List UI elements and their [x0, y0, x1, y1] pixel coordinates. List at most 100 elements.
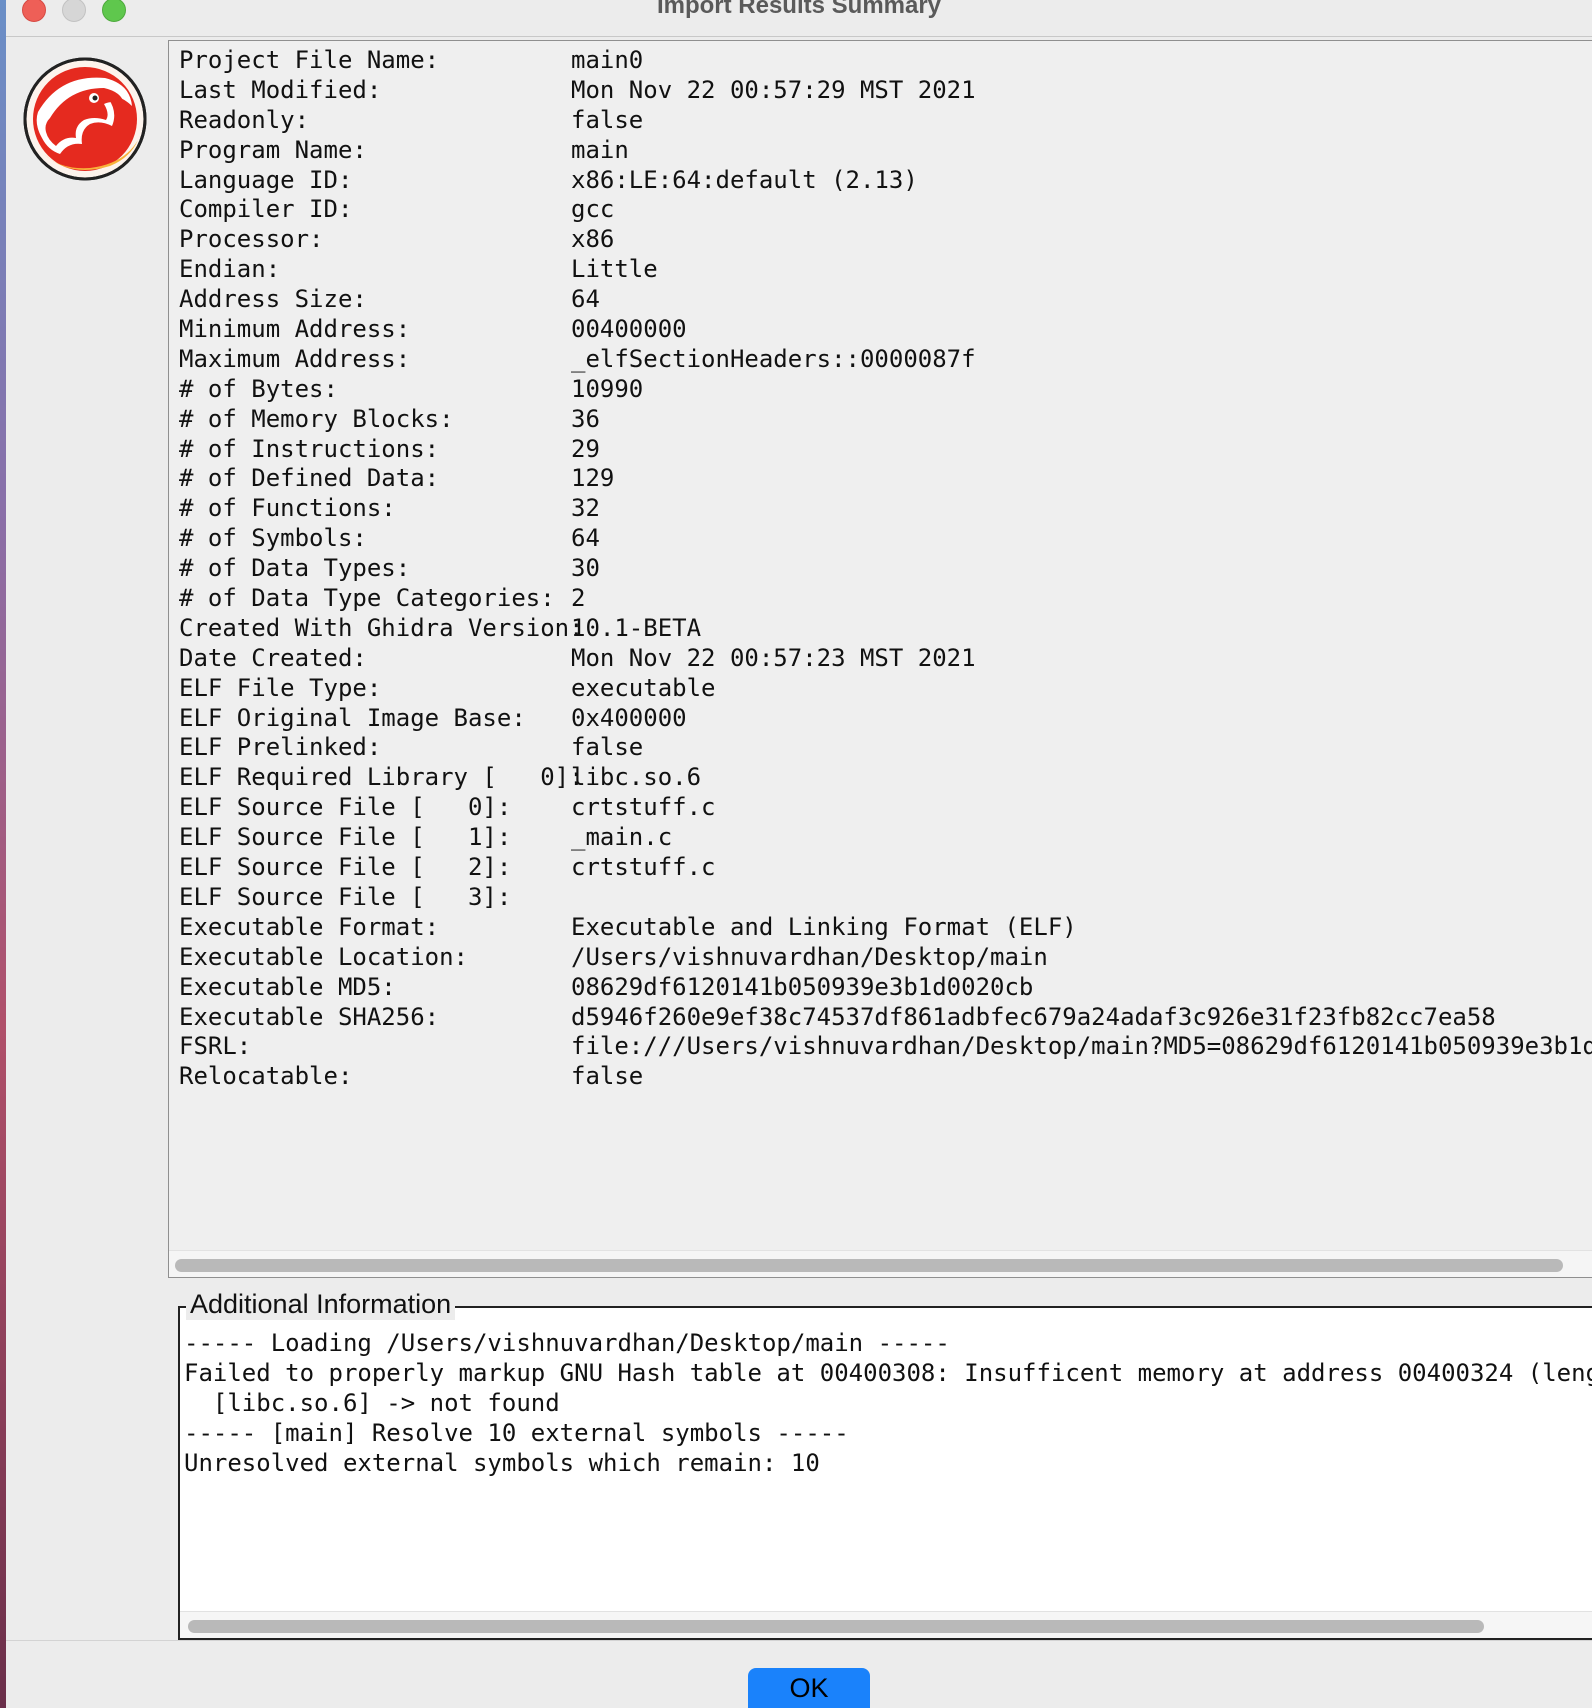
summary-value: false: [571, 733, 644, 762]
summary-value: main0: [571, 46, 644, 74]
summary-value: false: [571, 105, 644, 134]
summary-row: # of Defined Data: 129: [179, 463, 1592, 493]
summary-row: Endian: Little: [179, 254, 1592, 284]
summary-row: # of Symbols: 64: [179, 523, 1592, 553]
summary-key: # of Instructions:: [179, 434, 440, 463]
summary-key: Readonly:: [179, 105, 310, 134]
summary-value: crtstuff.c: [571, 853, 716, 882]
summary-row: Executable SHA256: d5946f260e9ef38c74537d…: [179, 1002, 1592, 1032]
summary-row: ELF Source File [ 0]: crtstuff.c: [179, 792, 1592, 822]
summary-key: Date Created:: [179, 643, 367, 672]
summary-value: 2: [571, 584, 586, 613]
summary-value: x86: [571, 225, 615, 254]
summary-key: ELF File Type:: [179, 673, 382, 702]
summary-value: 129: [571, 464, 615, 493]
summary-key: Address Size:: [179, 285, 367, 314]
summary-key: Executable MD5:: [179, 972, 396, 1001]
button-bar-divider: [6, 1640, 1592, 1641]
summary-row: # of Functions: 32: [179, 493, 1592, 523]
summary-row: ELF Source File [ 3]:: [179, 882, 1592, 912]
summary-row: Executable Format: Executable and Linking…: [179, 912, 1592, 942]
summary-row: Minimum Address: 00400000: [179, 314, 1592, 344]
log-line: [libc.so.6] -> not found: [184, 1389, 560, 1417]
ghidra-dragon-logo-icon: [23, 57, 147, 181]
summary-key: Executable SHA256:: [179, 1002, 440, 1031]
summary-value: crtstuff.c: [571, 793, 716, 822]
summary-key: Last Modified:: [179, 75, 382, 104]
summary-value: 10.1-BETA: [571, 613, 702, 642]
summary-row: ELF Source File [ 1]: _main.c: [179, 822, 1592, 852]
summary-key: ELF Original Image Base:: [179, 703, 526, 732]
additional-information-group: Additional Information ----- Loading /Us…: [178, 1288, 1592, 1640]
summary-value: x86:LE:64:default (2.13): [571, 165, 918, 194]
summary-key: Endian:: [179, 255, 281, 284]
summary-row: ELF File Type: executable: [179, 673, 1592, 703]
summary-value: /Users/vishnuvardhan/Desktop/main: [571, 942, 1048, 971]
summary-key: Executable Location:: [179, 942, 468, 971]
log-scrollbar-thumb[interactable]: [188, 1620, 1484, 1633]
additional-information-log[interactable]: ----- Loading /Users/vishnuvardhan/Deskt…: [184, 1328, 1592, 1608]
summary-key: Relocatable:: [179, 1062, 353, 1091]
summary-row: Readonly: false: [179, 105, 1592, 135]
summary-value: executable: [571, 673, 716, 702]
summary-value: false: [571, 1062, 644, 1091]
summary-key: Executable Format:: [179, 912, 440, 941]
summary-horizontal-scrollbar[interactable]: [169, 1250, 1592, 1277]
summary-row: Language ID: x86:LE:64:default (2.13): [179, 165, 1592, 195]
summary-value: Executable and Linking Format (ELF): [571, 912, 1077, 941]
additional-information-title: Additional Information: [186, 1288, 456, 1320]
summary-value: 08629df6120141b050939e3b1d0020cb: [571, 972, 1034, 1001]
summary-key: ELF Prelinked:: [179, 733, 382, 762]
summary-row: # of Instructions: 29: [179, 434, 1592, 464]
summary-value: Mon Nov 22 00:57:29 MST 2021: [571, 75, 976, 104]
summary-row: Executable MD5: 08629df6120141b050939e3b1…: [179, 972, 1592, 1002]
summary-key: Compiler ID:: [179, 195, 353, 224]
summary-row: ELF Prelinked: false: [179, 732, 1592, 762]
log-horizontal-scrollbar[interactable]: [180, 1611, 1592, 1638]
summary-row: Relocatable: false: [179, 1061, 1592, 1091]
summary-value: gcc: [571, 195, 615, 224]
summary-key: # of Memory Blocks:: [179, 404, 454, 433]
summary-row: Date Created: Mon Nov 22 00:57:23 MST 202…: [179, 643, 1592, 673]
summary-row: # of Data Type Categories: 2: [179, 583, 1592, 613]
summary-row: Last Modified: Mon Nov 22 00:57:29 MST 20…: [179, 75, 1592, 105]
summary-key: ELF Source File [ 1]:: [179, 823, 512, 852]
log-line: ----- [main] Resolve 10 external symbols…: [184, 1419, 849, 1447]
summary-key: FSRL:: [179, 1032, 252, 1061]
log-line: Unresolved external symbols which remain…: [184, 1449, 820, 1477]
summary-row: ELF Required Library [ 0]:libc.so.6: [179, 762, 1592, 792]
summary-row: ELF Original Image Base: 0x400000: [179, 703, 1592, 733]
summary-key: Language ID:: [179, 165, 353, 194]
import-results-dialog: Import Results Summary Project File Name…: [6, 0, 1592, 1708]
summary-panel[interactable]: Project File Name: main0 Last Modified: Mon…: [168, 40, 1592, 1278]
summary-row: Maximum Address: _elfSectionHeaders::0000…: [179, 344, 1592, 374]
summary-value: 64: [571, 524, 600, 553]
summary-value: 64: [571, 285, 600, 314]
summary-value: 00400000: [571, 315, 687, 344]
summary-key: # of Data Type Categories:: [179, 584, 555, 613]
summary-key: ELF Source File [ 3]:: [179, 882, 512, 911]
summary-value: 32: [571, 494, 600, 523]
summary-key: # of Symbols:: [179, 524, 367, 553]
summary-key: # of Functions:: [179, 494, 396, 523]
summary-value: Mon Nov 22 00:57:23 MST 2021: [571, 643, 976, 672]
summary-key: # of Defined Data:: [179, 464, 440, 493]
ok-button[interactable]: OK: [748, 1668, 870, 1708]
summary-key: Program Name:: [179, 135, 367, 164]
summary-value: main: [571, 135, 629, 164]
summary-value: Little: [571, 255, 658, 284]
summary-row: Address Size: 64: [179, 284, 1592, 314]
summary-key: ELF Source File [ 0]:: [179, 793, 512, 822]
summary-row: # of Memory Blocks: 36: [179, 404, 1592, 434]
title-bar: Import Results Summary: [6, 0, 1592, 37]
log-line: ----- Loading /Users/vishnuvardhan/Deskt…: [184, 1329, 950, 1357]
summary-value: 10990: [571, 374, 644, 403]
summary-key: # of Bytes:: [179, 374, 338, 403]
summary-row: # of Bytes: 10990: [179, 374, 1592, 404]
log-line: Failed to properly markup GNU Hash table…: [184, 1359, 1592, 1387]
summary-value: 29: [571, 434, 600, 463]
summary-key: Created With Ghidra Version:: [179, 613, 584, 642]
summary-row: Program Name: main: [179, 135, 1592, 165]
summary-value: 30: [571, 554, 600, 583]
summary-scrollbar-thumb[interactable]: [175, 1259, 1563, 1272]
